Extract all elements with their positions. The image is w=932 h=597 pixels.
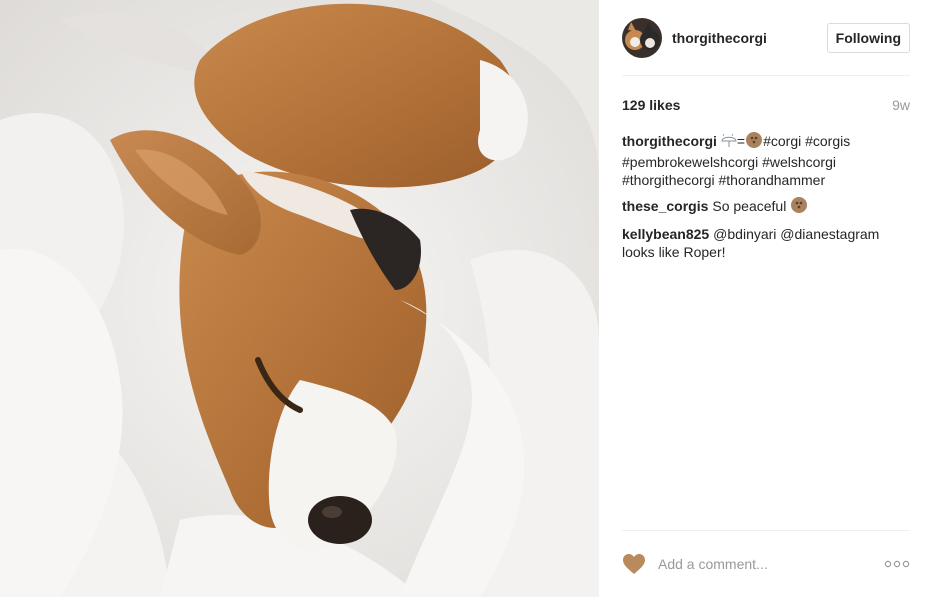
coconut-emoji-icon bbox=[745, 131, 763, 153]
corgi-avatar-icon bbox=[622, 17, 662, 58]
comments-list: thorgithecorgi = #corgi #corgis #pembrokew… bbox=[622, 131, 910, 261]
caption: thorgithecorgi = #corgi #corgis #pembrokew… bbox=[622, 131, 910, 189]
post-stats: 129 likes 9w bbox=[622, 95, 910, 115]
post-sidebar: thorgithecorgi Following 129 likes 9w th… bbox=[599, 0, 932, 597]
comment-username[interactable]: kellybean825 bbox=[622, 226, 709, 242]
umbrella-rain-emoji-icon bbox=[721, 133, 737, 153]
avatar[interactable] bbox=[622, 17, 662, 58]
heart-icon[interactable] bbox=[622, 553, 646, 575]
comment-username[interactable]: these_corgis bbox=[622, 198, 708, 214]
coconut-emoji-icon bbox=[790, 196, 808, 218]
comment-item: these_corgis So peaceful bbox=[622, 196, 910, 218]
post-author-username[interactable]: thorgithecorgi bbox=[672, 30, 827, 46]
post-photo[interactable] bbox=[0, 0, 599, 597]
post-age[interactable]: 9w bbox=[892, 97, 910, 113]
following-button[interactable]: Following bbox=[826, 22, 910, 53]
sleeping-corgi-photo bbox=[0, 0, 599, 597]
likes-count[interactable]: 129 likes bbox=[622, 97, 680, 113]
comment-composer bbox=[622, 530, 910, 597]
post-header: thorgithecorgi Following bbox=[622, 0, 910, 76]
comment-text: So peaceful bbox=[712, 198, 787, 214]
caption-equals: = bbox=[736, 133, 746, 149]
add-comment-input[interactable] bbox=[658, 556, 884, 572]
instagram-post: thorgithecorgi Following 129 likes 9w th… bbox=[0, 0, 932, 597]
comment-item: kellybean825 @bdinyari @dianestagram look… bbox=[622, 225, 910, 261]
caption-username[interactable]: thorgithecorgi bbox=[622, 133, 717, 149]
more-options-icon[interactable] bbox=[884, 560, 910, 568]
